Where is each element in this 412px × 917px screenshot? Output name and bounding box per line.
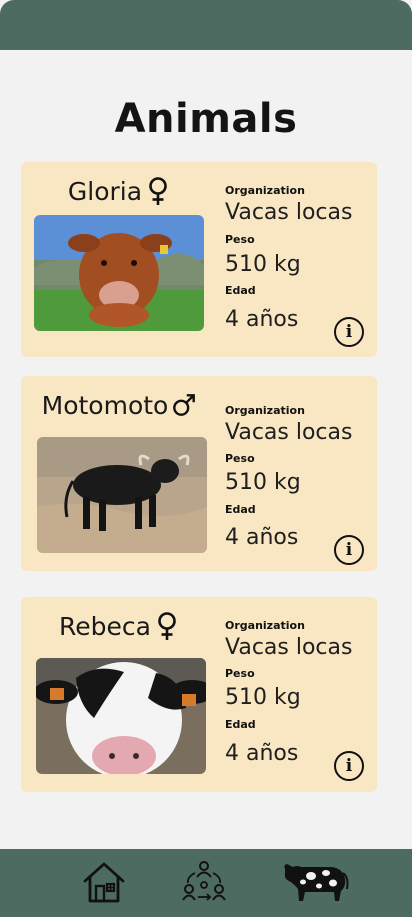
info-button[interactable]: i [334, 751, 364, 781]
organization-label: Organization [225, 404, 305, 417]
male-icon [173, 394, 196, 416]
animal-name: Rebeca [59, 611, 151, 641]
animal-name-row: Rebeca [21, 609, 217, 643]
weight-label: Peso [225, 452, 255, 465]
female-icon [149, 177, 167, 205]
animal-photo [36, 658, 206, 774]
weight-value: 510 kg [225, 685, 301, 710]
age-label: Edad [225, 718, 256, 731]
age-label: Edad [225, 284, 256, 297]
info-button[interactable]: i [334, 317, 364, 347]
top-status-bar [0, 0, 412, 50]
organization-value: Vacas locas [225, 420, 353, 445]
animal-card[interactable]: Rebeca Organization Vacas locas Peso 510… [21, 597, 377, 792]
age-label: Edad [225, 503, 256, 516]
animal-photo [37, 437, 207, 553]
nav-animals-button[interactable] [280, 857, 350, 907]
home-icon [83, 862, 125, 903]
bottom-nav [0, 849, 412, 917]
animal-name: Motomoto [41, 390, 169, 420]
age-value: 4 años [225, 741, 299, 766]
weight-value: 510 kg [225, 470, 301, 495]
female-icon [158, 612, 176, 640]
nav-community-button[interactable] [180, 857, 228, 907]
animal-name-row: Motomoto [21, 388, 217, 422]
animal-card[interactable]: Gloria Organization Vacas locas Peso 510… [21, 162, 377, 357]
nav-home-button[interactable] [80, 857, 128, 907]
animal-photo [34, 215, 204, 331]
organization-label: Organization [225, 619, 305, 632]
weight-value: 510 kg [225, 252, 301, 277]
organization-value: Vacas locas [225, 635, 353, 660]
organization-label: Organization [225, 184, 305, 197]
age-value: 4 años [225, 307, 299, 332]
age-value: 4 años [225, 525, 299, 550]
cow-icon [284, 864, 349, 901]
weight-label: Peso [225, 233, 255, 246]
page-title: Animals [114, 96, 298, 142]
animal-name-row: Gloria [21, 174, 217, 208]
community-icon [182, 861, 226, 901]
animal-card[interactable]: Motomoto Organization Vacas locas Peso 5… [21, 376, 377, 571]
info-button[interactable]: i [334, 535, 364, 565]
organization-value: Vacas locas [225, 200, 353, 225]
weight-label: Peso [225, 667, 255, 680]
animal-name: Gloria [67, 176, 143, 206]
